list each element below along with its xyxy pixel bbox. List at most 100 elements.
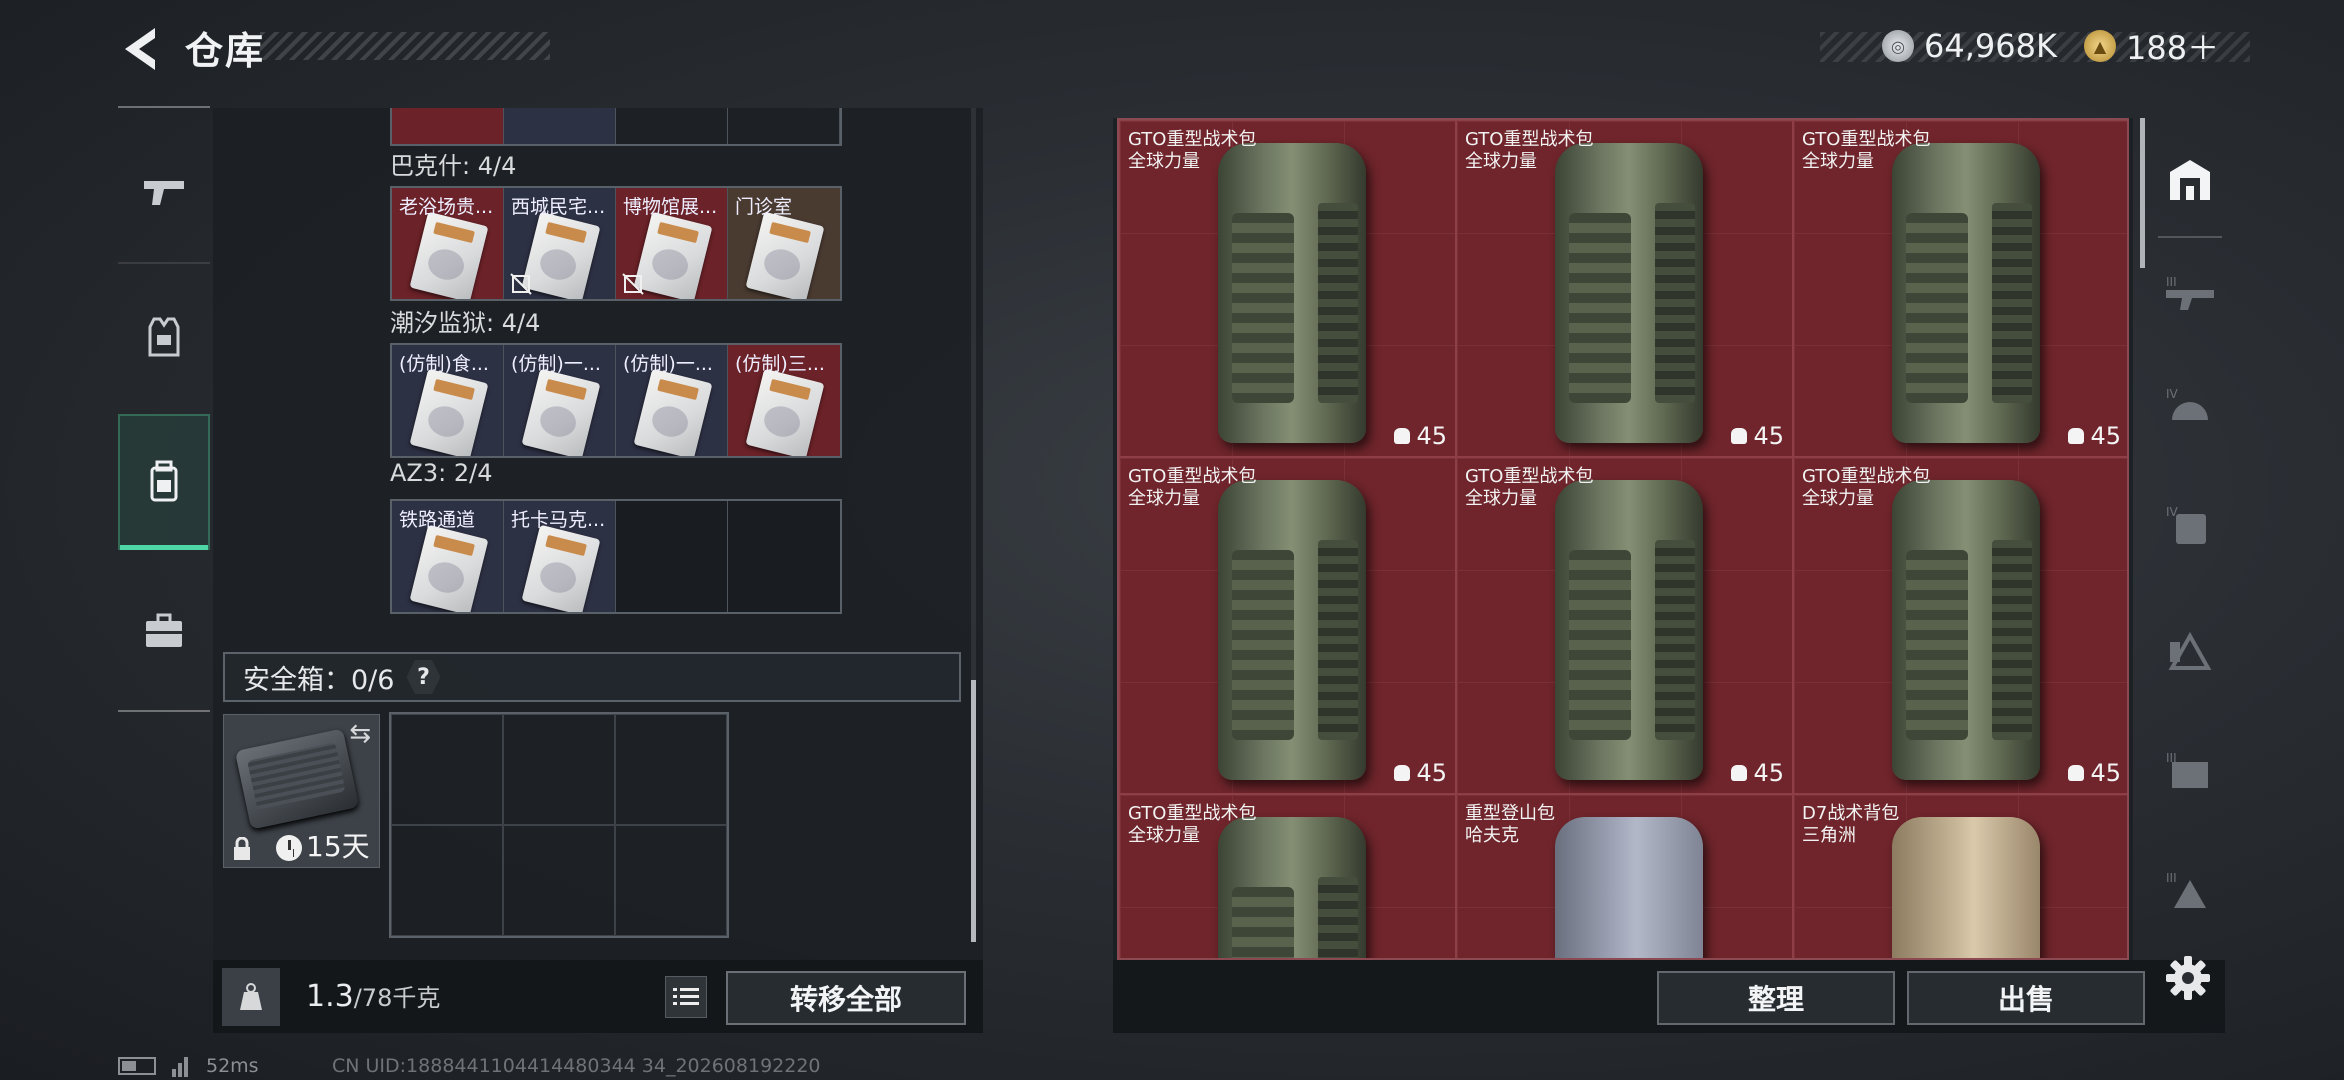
keycard-slot[interactable]: 老浴场贵...	[392, 188, 504, 299]
nav-backpack[interactable]	[118, 414, 210, 550]
keycard-image	[521, 368, 601, 456]
keycard-slot[interactable]: 西城民宅...	[504, 188, 616, 299]
keycard-name: 西城民宅...	[511, 196, 606, 218]
pistol-icon	[144, 181, 184, 205]
safe-case-item[interactable]: ⇆ 15天	[223, 714, 380, 868]
stash-scrollbar-thumb[interactable]	[2140, 118, 2145, 268]
backpack-scrollbar-thumb[interactable]	[971, 680, 976, 942]
keycard-image	[745, 368, 825, 456]
stash-item[interactable]: GTO重型战术包 全球力量 45	[1456, 457, 1793, 794]
section-title: 巴克什: 4/4	[390, 152, 517, 180]
back-arrow-icon[interactable]	[115, 22, 163, 76]
item-capacity: 45	[2068, 422, 2121, 450]
sidebar-divider	[2158, 236, 2222, 238]
weight-max: /78千克	[353, 984, 441, 1012]
nav-weapons[interactable]	[118, 126, 210, 256]
swap-icon[interactable]: ⇆	[349, 719, 371, 749]
svg-text:IV: IV	[2166, 505, 2179, 519]
keycard-slot[interactable]: (仿制)三...	[728, 345, 840, 456]
safe-slot[interactable]	[503, 825, 615, 936]
nav-divider	[118, 710, 210, 712]
capacity-value: 45	[2090, 422, 2121, 450]
stash-tab-all[interactable]	[2150, 134, 2230, 226]
nav-divider	[118, 106, 210, 108]
keycard-slot[interactable]: 博物馆展...	[616, 188, 728, 299]
keycard-name: (仿制)一...	[623, 353, 713, 375]
keycard-image	[633, 368, 713, 456]
keycard-name: 门诊室	[735, 196, 793, 218]
nav-divider	[118, 262, 210, 264]
rifle-icon: III	[2166, 275, 2214, 310]
keycard-slot[interactable]: (仿制)一...	[616, 345, 728, 456]
ping-readout: 52ms	[206, 1055, 259, 1077]
stash-tab-weapons[interactable]: III	[2150, 250, 2230, 342]
stash-item[interactable]: 重型登山包 哈夫克	[1456, 794, 1793, 958]
keycard-name: 铁路通道	[399, 509, 476, 531]
partial-slot[interactable]	[504, 108, 616, 144]
stash-tab-helmet[interactable]: IV	[2150, 362, 2230, 454]
keycard-slot[interactable]: (仿制)食...	[392, 345, 504, 456]
capacity-icon	[2068, 428, 2085, 444]
silver-currency[interactable]: ◎ 64,968K	[1882, 24, 2057, 68]
safe-slot[interactable]	[615, 714, 727, 825]
gold-currency[interactable]: ▲ 188＋	[2084, 24, 2219, 68]
signal-icon	[172, 1055, 190, 1077]
nav-armor[interactable]	[118, 272, 210, 402]
keycard-slot[interactable]: 门诊室	[728, 188, 840, 299]
keycard-name: (仿制)一...	[511, 353, 601, 375]
keycard-slot[interactable]: 铁路通道	[392, 501, 504, 612]
svg-text:IV: IV	[2166, 387, 2179, 401]
keycard-slot[interactable]: 托卡马克...	[504, 501, 616, 612]
partial-slot[interactable]	[392, 108, 504, 144]
help-icon[interactable]: ?	[406, 660, 441, 694]
list-view-button[interactable]	[665, 976, 707, 1018]
item-brand: 全球力量	[1465, 488, 1537, 509]
safe-slot[interactable]	[391, 825, 503, 936]
keycard-name: 博物馆展...	[623, 196, 718, 218]
organize-button[interactable]: 整理	[1657, 971, 1895, 1025]
stash-grid: GTO重型战术包 全球力量 45 GTO重型战术包 全球力量 45 GTO重型战术包 全球力量…	[1117, 118, 2129, 960]
item-capacity: 45	[1731, 759, 1784, 787]
item-brand: 全球力量	[1128, 825, 1200, 846]
unlinked-icon	[622, 273, 644, 295]
keycard-slot-row: 老浴场贵... 西城民宅... 博物馆展... 门诊室	[390, 186, 842, 301]
safe-slot[interactable]	[391, 714, 503, 825]
partial-slot[interactable]	[728, 108, 840, 144]
gear-icon[interactable]	[2162, 952, 2214, 1004]
item-brand: 全球力量	[1802, 151, 1874, 172]
user-uid: CN UID:1888441104414480344 34_2026081922…	[332, 1055, 821, 1077]
stash-tab-misc[interactable]: III	[2150, 846, 2230, 938]
stash-item[interactable]: GTO重型战术包 全球力量	[1119, 794, 1456, 958]
transfer-all-button[interactable]: 转移全部	[726, 971, 966, 1025]
stash-item[interactable]: GTO重型战术包 全球力量 45	[1793, 457, 2127, 794]
backpack-image	[1218, 143, 1366, 443]
silver-amount: 64,968K	[1924, 27, 2057, 65]
nav-case[interactable]	[118, 566, 210, 696]
stash-item[interactable]: GTO重型战术包 全球力量 45	[1793, 120, 2127, 457]
sell-button[interactable]: 出售	[1907, 971, 2145, 1025]
stash-item[interactable]: GTO重型战术包 全球力量 45	[1119, 457, 1456, 794]
stash-item[interactable]: D7战术背包 三角洲	[1793, 794, 2127, 958]
weight-icon	[222, 968, 280, 1026]
helmet-icon: IV	[2166, 387, 2208, 420]
stash-tab-medical[interactable]: III	[2150, 726, 2230, 818]
battery-icon	[118, 1057, 156, 1075]
capacity-value: 45	[1416, 422, 1447, 450]
capacity-icon	[1731, 428, 1748, 444]
unlinked-icon	[510, 273, 532, 295]
list-icon	[673, 988, 699, 1005]
safe-slot[interactable]	[615, 825, 727, 936]
backpack-image	[1892, 817, 2040, 958]
capacity-icon	[1394, 765, 1411, 781]
stash-tab-armor[interactable]: IV	[2150, 480, 2230, 572]
keycard-slot[interactable]: (仿制)一...	[504, 345, 616, 456]
backpack-image	[1555, 480, 1703, 780]
svg-text:III: III	[2166, 751, 2177, 765]
stash-item[interactable]: GTO重型战术包 全球力量 45	[1119, 120, 1456, 457]
safe-box-label: 安全箱：0/6	[243, 664, 395, 696]
keycard-image	[409, 211, 489, 299]
capacity-icon	[1731, 765, 1748, 781]
stash-tab-ammo[interactable]	[2150, 606, 2230, 698]
safe-slot[interactable]	[503, 714, 615, 825]
stash-item[interactable]: GTO重型战术包 全球力量 45	[1456, 120, 1793, 457]
